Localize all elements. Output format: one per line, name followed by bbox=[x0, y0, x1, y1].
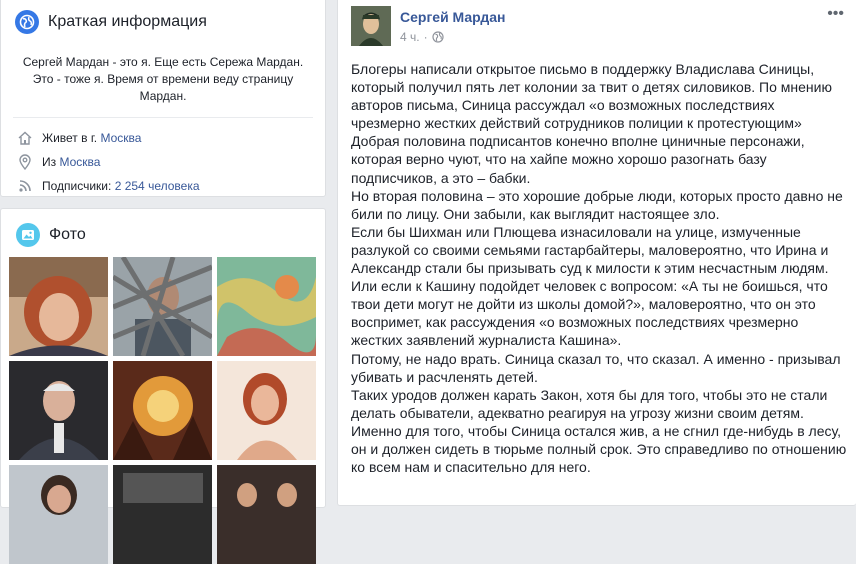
photo-thumbnail[interactable] bbox=[217, 361, 316, 460]
avatar[interactable] bbox=[351, 6, 391, 46]
photos-card: Фото bbox=[0, 208, 326, 564]
post-paragraph: Блогеры написали открытое письмо в подде… bbox=[351, 61, 832, 132]
photo-thumbnail[interactable] bbox=[113, 465, 212, 564]
more-options-icon[interactable]: ••• bbox=[827, 6, 844, 22]
photos-title: Фото bbox=[49, 226, 86, 243]
globe-icon bbox=[15, 10, 39, 34]
photo-thumbnail[interactable] bbox=[217, 465, 316, 564]
lives-city-link[interactable]: Москва bbox=[100, 131, 141, 145]
post-paragraph: Но вторая половина – это хорошие добрые … bbox=[351, 187, 843, 222]
post-paragraph: Или если к Кашину подойдет человек с воп… bbox=[351, 278, 828, 349]
home-icon bbox=[17, 130, 33, 146]
followers-prefix: Подписчики: bbox=[42, 179, 112, 193]
post-author-link[interactable]: Сергей Мардан bbox=[400, 9, 506, 25]
photo-thumbnail[interactable] bbox=[217, 257, 316, 356]
post-paragraph: Таких уродов должен карать Закон, хотя б… bbox=[351, 386, 828, 421]
photos-header: Фото bbox=[16, 223, 325, 247]
post-timestamp[interactable]: 4 ч. bbox=[400, 30, 420, 44]
photo-thumbnail[interactable] bbox=[113, 257, 212, 356]
post-card: Сергей Мардан 4 ч. · ••• Блогеры написал… bbox=[337, 0, 856, 506]
info-from: Из Москва bbox=[17, 150, 325, 174]
photo-thumbnail[interactable] bbox=[9, 465, 108, 564]
intro-card: Краткая информация Сергей Мардан - это я… bbox=[0, 0, 326, 197]
intro-title: Краткая информация bbox=[48, 13, 207, 30]
public-globe-icon[interactable] bbox=[431, 31, 444, 43]
from-city-link[interactable]: Москва bbox=[59, 155, 100, 169]
post-paragraph: Именно для того, чтобы Синица остался жи… bbox=[351, 422, 847, 476]
photo-thumbnail[interactable] bbox=[9, 257, 108, 356]
photo-icon bbox=[16, 223, 40, 247]
photo-thumbnail[interactable] bbox=[9, 361, 108, 460]
intro-header: Краткая информация bbox=[15, 10, 325, 34]
followers-link[interactable]: 2 254 человека bbox=[115, 179, 200, 193]
post-meta: 4 ч. · bbox=[400, 30, 444, 44]
location-pin-icon bbox=[17, 154, 33, 170]
from-prefix: Из bbox=[42, 155, 57, 169]
intro-bio: Сергей Мардан - это я. Еще есть Сережа М… bbox=[22, 55, 304, 103]
post-paragraph: Если бы Шихман или Плющева изнасиловали … bbox=[351, 223, 829, 277]
info-lives-in: Живет в г. Москва bbox=[17, 126, 325, 150]
photo-thumbnail[interactable] bbox=[113, 361, 212, 460]
info-followers: Подписчики: 2 254 человека bbox=[17, 174, 325, 198]
post-paragraph: Добрая половина подписантов конечно впол… bbox=[351, 133, 805, 186]
post-body: Блогеры написали открытое письмо в подде… bbox=[351, 60, 847, 476]
rss-icon bbox=[17, 178, 33, 194]
lives-prefix: Живет в г. bbox=[42, 131, 98, 145]
post-paragraph: Потому, не надо врать. Синица сказал то,… bbox=[351, 350, 841, 385]
